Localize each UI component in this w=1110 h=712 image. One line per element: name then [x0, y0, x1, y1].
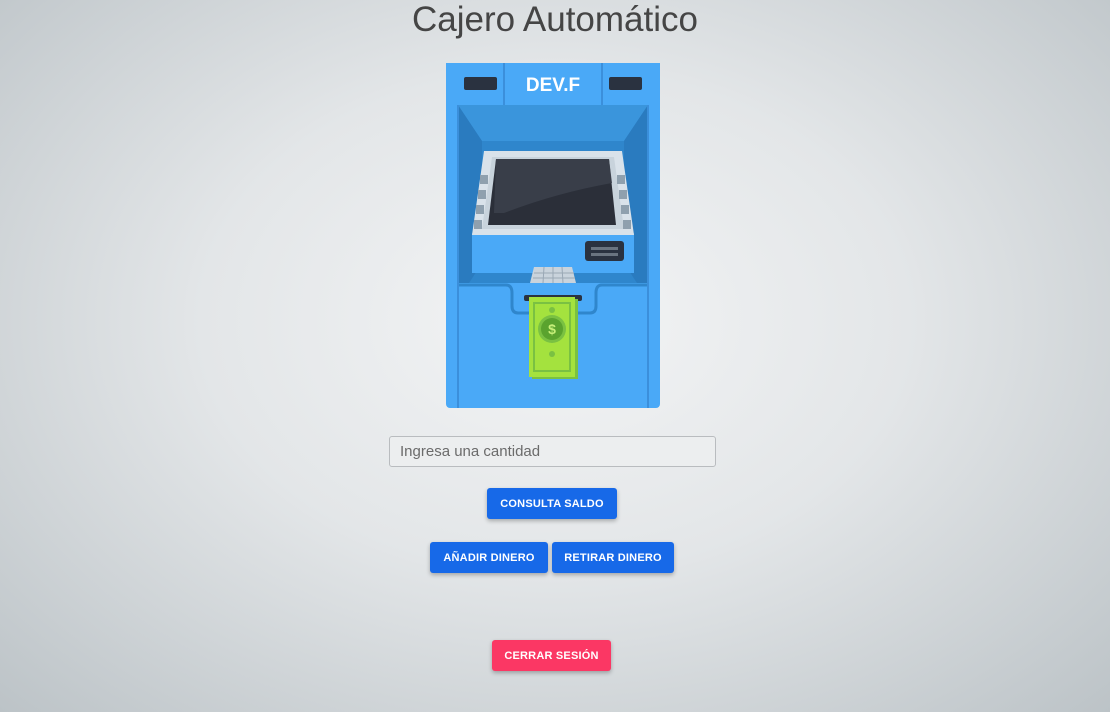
amount-input[interactable]	[389, 436, 716, 467]
atm-machine-illustration: DEV.F $	[446, 63, 660, 408]
consulta-saldo-button[interactable]: CONSULTA SALDO	[487, 488, 617, 519]
anadir-dinero-button[interactable]: AÑADIR DINERO	[430, 542, 548, 573]
cerrar-sesion-button[interactable]: CERRAR SESIÓN	[492, 640, 611, 671]
svg-text:$: $	[548, 321, 556, 337]
retirar-dinero-button[interactable]: RETIRAR DINERO	[552, 542, 674, 573]
page-title: Cajero Automático	[412, 0, 698, 39]
atm-brand-label: DEV.F	[526, 75, 580, 96]
